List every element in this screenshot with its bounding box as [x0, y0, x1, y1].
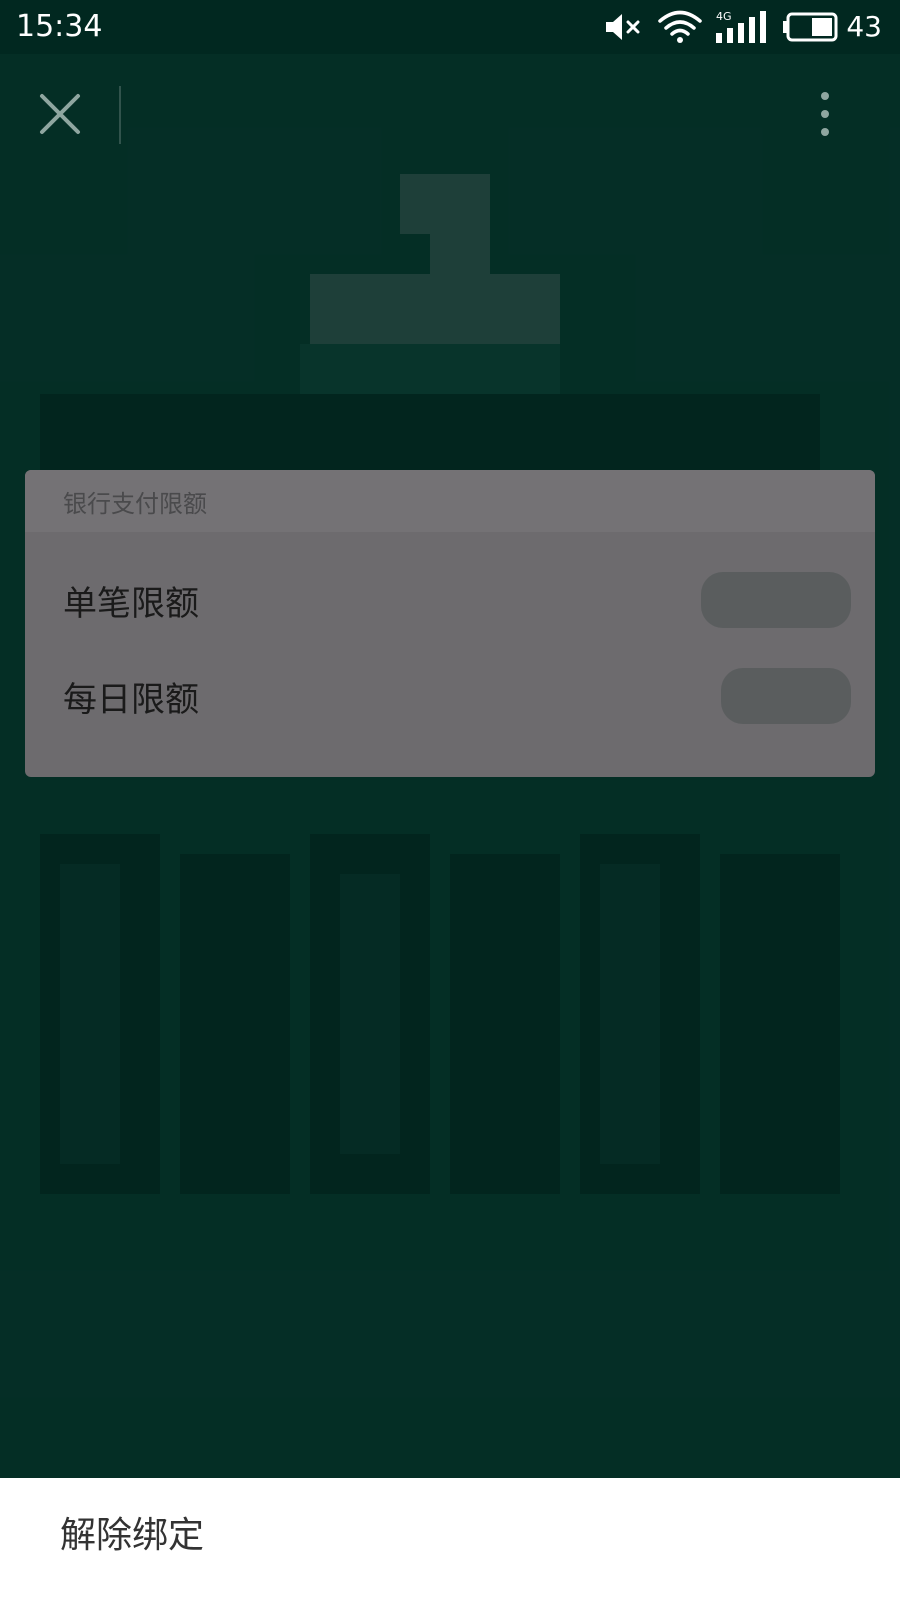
single-transaction-limit-row: 单笔限额 [25, 552, 875, 642]
more-vertical-icon [821, 92, 829, 136]
toolbar-divider [119, 86, 121, 144]
limit-card-header: 银行支付限额 [25, 470, 875, 532]
battery-icon [783, 12, 838, 42]
daily-limit-label: 每日限额 [63, 680, 199, 720]
unbind-card-button[interactable]: 解除绑定 [60, 1512, 204, 1560]
single-limit-value-redacted [701, 572, 851, 628]
battery-level: 43 [846, 10, 882, 43]
close-icon [40, 94, 80, 134]
close-button[interactable] [30, 84, 90, 144]
daily-limit-row: 每日限额 [25, 648, 875, 738]
limit-card-title: 银行支付限额 [63, 490, 207, 518]
bank-payment-limit-card: 银行支付限额 单笔限额 每日限额 [25, 470, 875, 777]
status-time: 15:34 [16, 9, 103, 44]
single-limit-label: 单笔限额 [63, 584, 199, 624]
bottom-action-sheet: 解除绑定 [0, 1478, 900, 1600]
status-bar: 15:34 4G 43 [0, 0, 900, 54]
wifi-icon [658, 10, 703, 43]
daily-limit-value-redacted [721, 668, 851, 724]
network-type-label: 4G [716, 10, 732, 23]
mute-icon [606, 14, 640, 40]
signal-icon: 4G [716, 10, 767, 43]
status-icons: 4G 43 [604, 8, 882, 46]
more-options-button[interactable] [812, 86, 838, 146]
